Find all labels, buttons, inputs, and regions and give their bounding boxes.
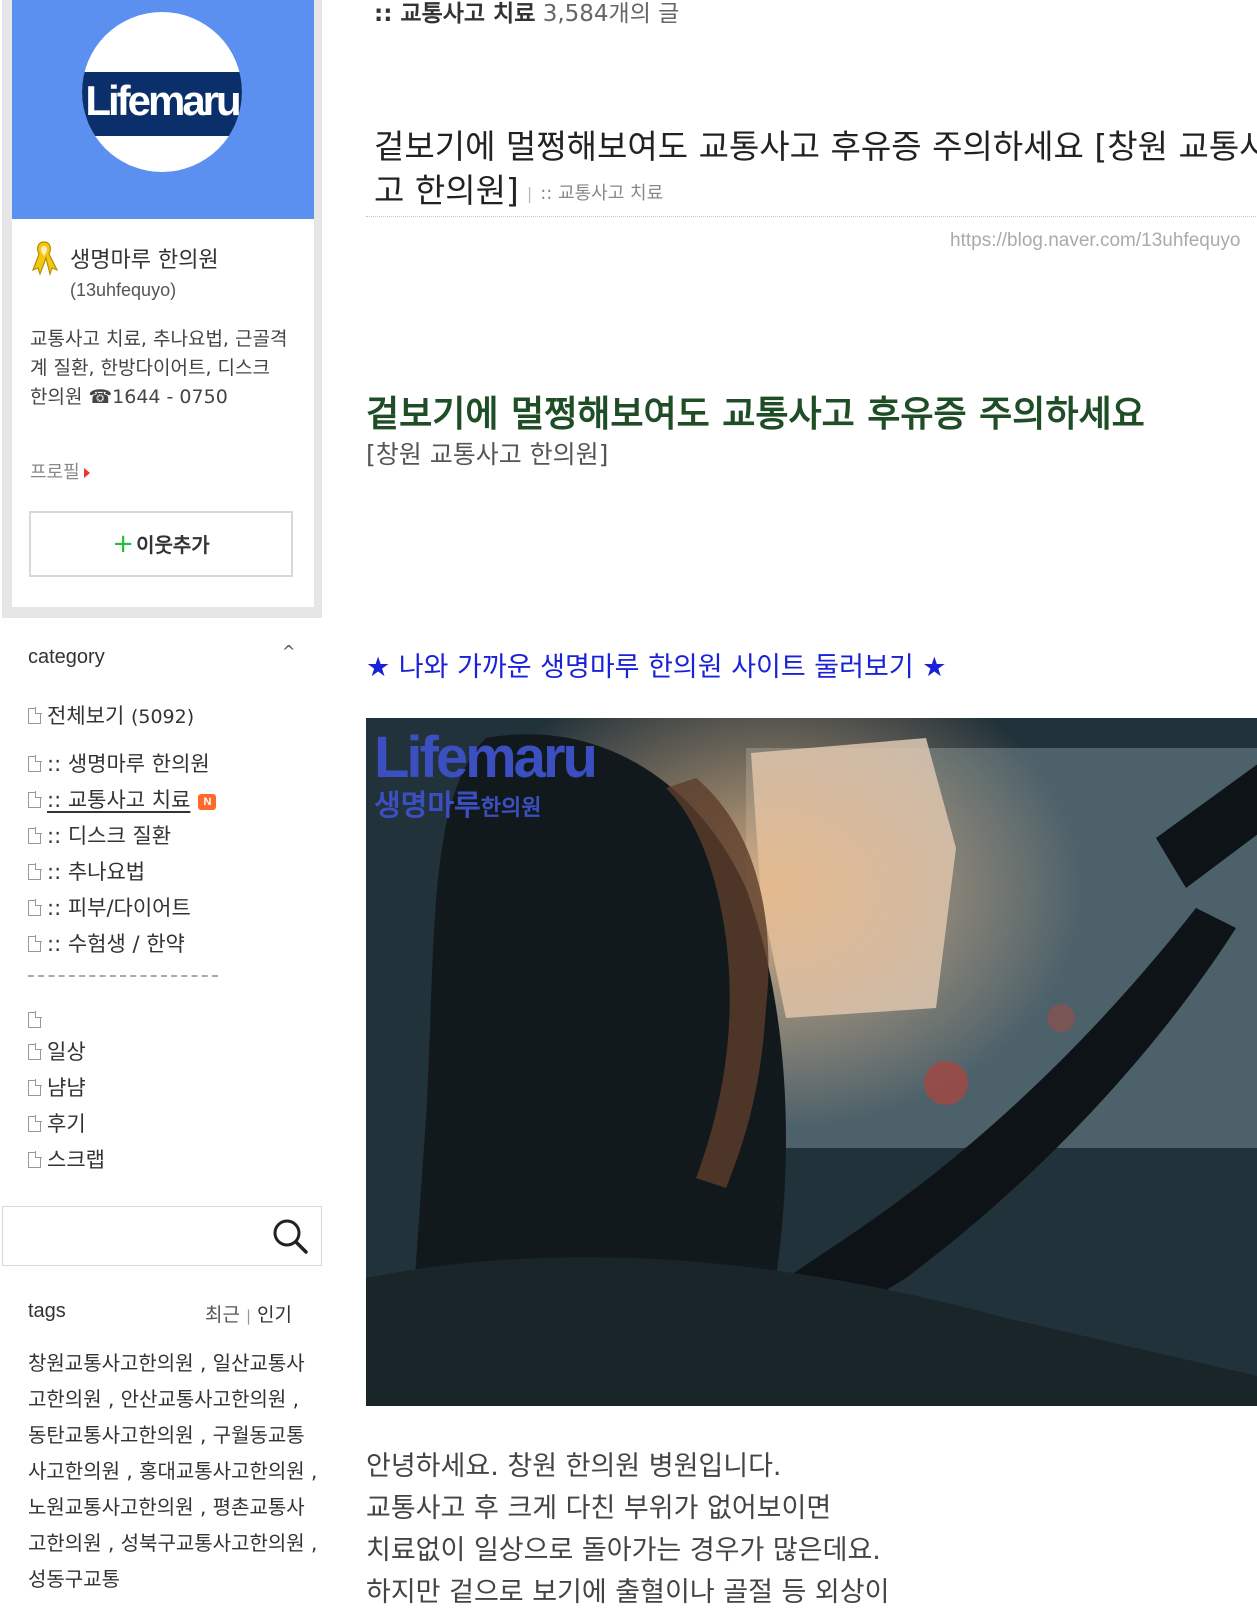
plus-icon: + xyxy=(112,529,135,559)
document-icon xyxy=(28,827,42,844)
document-icon xyxy=(28,755,42,772)
category-item[interactable]: :: 피부/다이어트 xyxy=(28,892,191,922)
category-item[interactable]: :: 생명마루 한의원 xyxy=(28,748,210,778)
tags-list[interactable]: 창원교통사고한의원 , 일산교통사고한의원 , 안산교통사고한의원 , 동탄교통… xyxy=(28,1345,318,1597)
profile-panel: Lifemaru 생명마루 한의원 (13uhfequyo) 교통사고 치료, … xyxy=(2,0,322,618)
arrow-right-icon xyxy=(83,468,90,478)
blog-id: (13uhfequyo) xyxy=(70,280,177,300)
profile-description: 교통사고 치료, 추나요법, 근골격계 질환, 한방다이어트, 디스크 한의원 … xyxy=(30,328,288,408)
category-divider xyxy=(28,975,218,977)
category-title: category xyxy=(28,646,105,668)
post-title: 겉보기에 멀쩡해보여도 교통사고 후유증 주의하세요 [창원 교통사고 한의원]… xyxy=(374,125,1257,216)
blog-owner-name[interactable]: 생명마루 한의원 xyxy=(70,242,219,274)
post-url[interactable]: https://blog.naver.com/13uhfequyo xyxy=(950,230,1240,252)
document-icon xyxy=(28,935,42,952)
body-paragraph-line: 치료없이 일상으로 돌아가는 경우가 많은데요. xyxy=(366,1535,881,1566)
category-label: :: 피부/다이어트 xyxy=(47,896,191,920)
title-separator: | xyxy=(526,184,533,203)
category-label: 냠냠 xyxy=(47,1076,86,1100)
category-item[interactable]: 스크랩 xyxy=(28,1144,105,1174)
tags-sort: 최근 | 인기 xyxy=(205,1300,292,1327)
document-icon xyxy=(28,1011,42,1028)
category-label: :: 생명마루 한의원 xyxy=(47,752,210,776)
search-icon[interactable] xyxy=(270,1216,310,1256)
category-item-active[interactable]: :: 교통사고 치료 N xyxy=(28,784,217,814)
category-label: :: 수험생 / 한약 xyxy=(47,932,185,956)
category-item[interactable]: 후기 xyxy=(28,1108,86,1138)
board-summary: :: 교통사고 치료 3,584개의 글 xyxy=(374,0,679,28)
post-category-link[interactable]: :: 교통사고 치료 xyxy=(540,183,663,204)
add-neighbor-label: 이웃추가 xyxy=(136,533,210,557)
category-label: :: 추나요법 xyxy=(47,860,146,884)
yellow-ribbon-icon xyxy=(31,241,58,276)
profile-banner: Lifemaru xyxy=(12,0,314,219)
post-subheadline: [창원 교통사고 한의원] xyxy=(366,440,609,469)
new-badge: N xyxy=(198,794,217,810)
category-item[interactable]: 일상 xyxy=(28,1036,86,1066)
category-item[interactable]: :: 디스크 질환 xyxy=(28,820,171,850)
category-count: (5092) xyxy=(130,706,195,728)
blog-sidebar: Lifemaru 생명마루 한의원 (13uhfequyo) 교통사고 치료, … xyxy=(0,0,322,1624)
board-name[interactable]: :: 교통사고 치료 xyxy=(374,1,535,27)
hero-logo-ko: 생명마루한의원 xyxy=(374,788,595,826)
clinic-site-link[interactable]: ★ 나와 가까운 생명마루 한의원 사이트 둘러보기 ★ xyxy=(366,645,946,684)
category-item[interactable]: :: 추나요법 xyxy=(28,856,145,886)
hero-logo-en: Lifemaru xyxy=(374,725,598,790)
post-title-text: 겉보기에 멀쩡해보여도 교통사고 후유증 주의하세요 [창원 교통사고 한의원] xyxy=(374,127,1257,210)
category-label: 전체보기 xyxy=(47,704,125,728)
category-label: 후기 xyxy=(47,1112,86,1136)
hero-logo-ko-main: 생명마루 xyxy=(374,788,481,822)
category-item-all[interactable]: 전체보기 (5092) xyxy=(28,700,194,730)
tags-title: tags xyxy=(28,1300,66,1322)
document-icon xyxy=(28,1115,42,1132)
document-icon xyxy=(28,1079,42,1096)
post-content-area: :: 교통사고 치료 3,584개의 글 겉보기에 멀쩡해보여도 교통사고 후유… xyxy=(322,0,1257,1624)
hero-logo-ko-sub: 한의원 xyxy=(480,796,542,821)
category-item[interactable]: :: 수험생 / 한약 xyxy=(28,928,185,958)
logo-text: Lifemaru xyxy=(85,77,241,124)
add-neighbor-button[interactable]: + 이웃추가 xyxy=(29,511,293,577)
board-post-count: 3,584개의 글 xyxy=(542,1,680,27)
profile-logo[interactable]: Lifemaru xyxy=(82,12,242,172)
post-headline: 겉보기에 멀쩡해보여도 교통사고 후유증 주의하세요 xyxy=(366,394,1145,435)
category-label: 스크랩 xyxy=(47,1148,105,1172)
document-icon xyxy=(28,899,42,916)
profile-link-label: 프로필 xyxy=(30,462,80,483)
document-icon xyxy=(28,1151,42,1168)
document-icon xyxy=(28,791,42,808)
category-label: :: 디스크 질환 xyxy=(47,824,172,848)
title-divider xyxy=(366,216,1257,217)
chevron-up-icon[interactable]: ^ xyxy=(282,642,295,661)
body-paragraph-line: 안녕하세요. 창원 한의원 병원입니다. xyxy=(366,1451,782,1482)
tags-sort-recent[interactable]: 최근 xyxy=(205,1304,240,1326)
document-icon xyxy=(28,707,42,724)
category-label: 일상 xyxy=(47,1040,86,1064)
sort-separator: | xyxy=(245,1307,252,1325)
category-item-blank[interactable] xyxy=(28,1008,47,1038)
document-icon xyxy=(28,1043,42,1060)
body-paragraph-line: 하지만 겉으로 보기에 출혈이나 골절 등 외상이 xyxy=(366,1577,890,1608)
category-item[interactable]: 냠냠 xyxy=(28,1072,86,1102)
post-hero-image[interactable]: Lifemaru 생명마루한의원 xyxy=(366,718,1257,1406)
category-label: :: 교통사고 치료 xyxy=(47,788,191,812)
post-body: 안녕하세요. 창원 한의원 병원입니다. 교통사고 후 크게 다친 부위가 없어… xyxy=(366,1446,1246,1614)
document-icon xyxy=(28,863,42,880)
profile-card: Lifemaru 생명마루 한의원 (13uhfequyo) 교통사고 치료, … xyxy=(12,0,314,607)
body-paragraph-line: 교통사고 후 크게 다친 부위가 없어보이면 xyxy=(366,1493,832,1524)
tags-sort-popular[interactable]: 인기 xyxy=(257,1304,292,1326)
profile-link[interactable]: 프로필 xyxy=(30,458,90,484)
hero-watermark-logo: Lifemaru 생명마루한의원 xyxy=(374,725,598,826)
